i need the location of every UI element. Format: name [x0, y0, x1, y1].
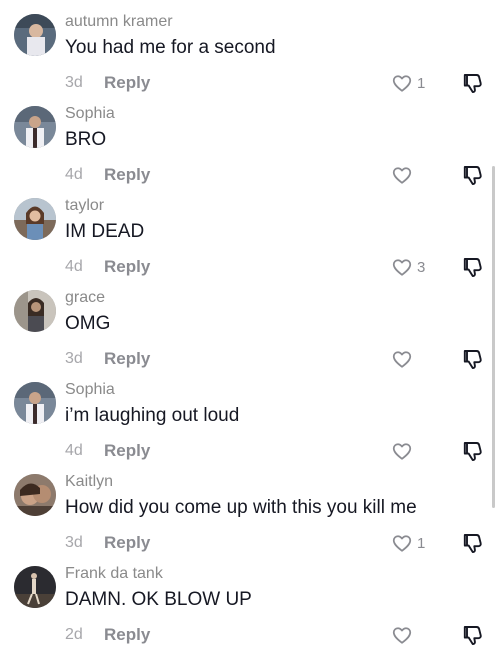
comment-age: 4d — [65, 258, 83, 275]
heart-outline-icon[interactable] — [391, 256, 413, 278]
reply-button[interactable]: Reply — [104, 533, 150, 553]
like-count: 1 — [417, 535, 426, 552]
avatar[interactable] — [14, 290, 56, 332]
comment-item: Sophia i’m laughing out loud 4d Reply — [0, 381, 500, 474]
reply-button[interactable]: Reply — [104, 73, 150, 93]
like-count: 1 — [417, 75, 426, 92]
thumbs-down-icon[interactable] — [461, 71, 485, 95]
heart-outline-icon[interactable] — [391, 72, 413, 94]
comment-username[interactable]: Sophia — [65, 381, 115, 399]
comment-text: IM DEAD — [65, 221, 145, 242]
comment-username[interactable]: grace — [65, 289, 105, 307]
heart-outline-icon[interactable] — [391, 624, 413, 646]
comment-username[interactable]: autumn kramer — [65, 13, 173, 31]
comment-item: Kaitlyn How did you come up with this yo… — [0, 473, 500, 566]
comment-text: OMG — [65, 313, 111, 334]
comment-username[interactable]: Kaitlyn — [65, 473, 113, 491]
thumbs-down-icon[interactable] — [461, 347, 485, 371]
comment-age: 2d — [65, 626, 83, 643]
comment-item: autumn kramer You had me for a second 3d… — [0, 13, 500, 106]
heart-outline-icon[interactable] — [391, 164, 413, 186]
reply-button[interactable]: Reply — [104, 349, 150, 369]
comment-age: 4d — [65, 166, 83, 183]
comment-age: 3d — [65, 350, 83, 367]
comment-age: 3d — [65, 74, 83, 91]
comment-text: You had me for a second — [65, 37, 276, 58]
avatar[interactable] — [14, 198, 56, 240]
comment-username[interactable]: Sophia — [65, 105, 115, 123]
heart-outline-icon[interactable] — [391, 532, 413, 554]
avatar[interactable] — [14, 382, 56, 424]
comment-age: 4d — [65, 442, 83, 459]
reply-button[interactable]: Reply — [104, 441, 150, 461]
comment-text: BRO — [65, 129, 107, 150]
avatar[interactable] — [14, 14, 56, 56]
heart-outline-icon[interactable] — [391, 348, 413, 370]
scrollbar[interactable] — [492, 166, 495, 508]
comment-item: Sophia BRO 4d Reply — [0, 105, 500, 198]
avatar[interactable] — [14, 474, 56, 516]
thumbs-down-icon[interactable] — [461, 439, 485, 463]
heart-outline-icon[interactable] — [391, 440, 413, 462]
thumbs-down-icon[interactable] — [461, 255, 485, 279]
comment-item: Frank da tank DAMN. OK BLOW UP 2d Reply — [0, 565, 500, 658]
comment-text: i’m laughing out loud — [65, 405, 240, 426]
avatar[interactable] — [14, 106, 56, 148]
reply-button[interactable]: Reply — [104, 165, 150, 185]
comment-age: 3d — [65, 534, 83, 551]
like-count: 3 — [417, 259, 426, 276]
thumbs-down-icon[interactable] — [461, 623, 485, 647]
reply-button[interactable]: Reply — [104, 625, 150, 645]
comment-text: How did you come up with this you kill m… — [65, 497, 417, 518]
thumbs-down-icon[interactable] — [461, 163, 485, 187]
thumbs-down-icon[interactable] — [461, 531, 485, 555]
avatar[interactable] — [14, 566, 56, 608]
comment-item: grace OMG 3d Reply — [0, 289, 500, 382]
comment-text: DAMN. OK BLOW UP — [65, 589, 252, 610]
reply-button[interactable]: Reply — [104, 257, 150, 277]
comment-username[interactable]: Frank da tank — [65, 565, 163, 583]
comment-username[interactable]: taylor — [65, 197, 104, 215]
comment-item: taylor IM DEAD 4d Reply 3 — [0, 197, 500, 290]
